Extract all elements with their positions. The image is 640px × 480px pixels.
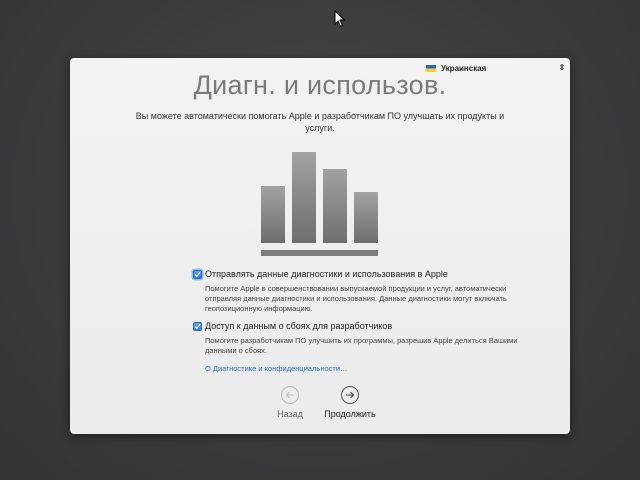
chart-bar-1 [261,186,285,243]
send-diagnostics-label[interactable]: Отправлять данные диагностики и использо… [205,269,448,279]
page-title: Диагн. и использов. [193,70,447,100]
privacy-info-link[interactable]: О Диагностике и конфиденциальности… [205,364,533,373]
chart-bar-2 [292,152,316,243]
send-diagnostics-checkbox[interactable] [193,269,202,279]
chart-baseline [261,250,378,256]
continue-button[interactable]: Продолжить [320,386,380,419]
crash-data-option: Доступ к данным о сбоях для разработчико… [193,320,533,356]
options-list: Отправлять данные диагностики и использо… [193,268,533,373]
chart-bar-3 [323,169,347,243]
continue-button-label: Продолжить [324,409,376,419]
bar-chart-icon [261,152,378,256]
setup-assistant-window: Украинская ⇕ Диагн. и использов. Вы може… [70,58,570,434]
chart-bar-4 [354,192,378,243]
back-button-label: Назад [277,409,303,419]
share-crash-data-description: Помогите разработчикам ПО улучшить их пр… [205,336,518,355]
page-subtitle: Вы можете автоматически помогать Apple и… [135,111,505,133]
back-button[interactable]: Назад [260,386,320,419]
share-crash-data-label[interactable]: Доступ к данным о сбоях для разработчико… [205,321,392,331]
share-crash-data-checkbox[interactable] [193,321,202,331]
checkmark-icon [194,271,201,277]
back-arrow-icon [281,386,299,404]
diagnostics-option: Отправлять данные диагностики и использо… [193,268,533,314]
checkmark-icon [194,323,201,329]
forward-arrow-icon [341,386,359,404]
send-diagnostics-description: Помогите Apple в совершенствовании выпус… [205,284,507,313]
mouse-pointer-icon [334,10,346,28]
